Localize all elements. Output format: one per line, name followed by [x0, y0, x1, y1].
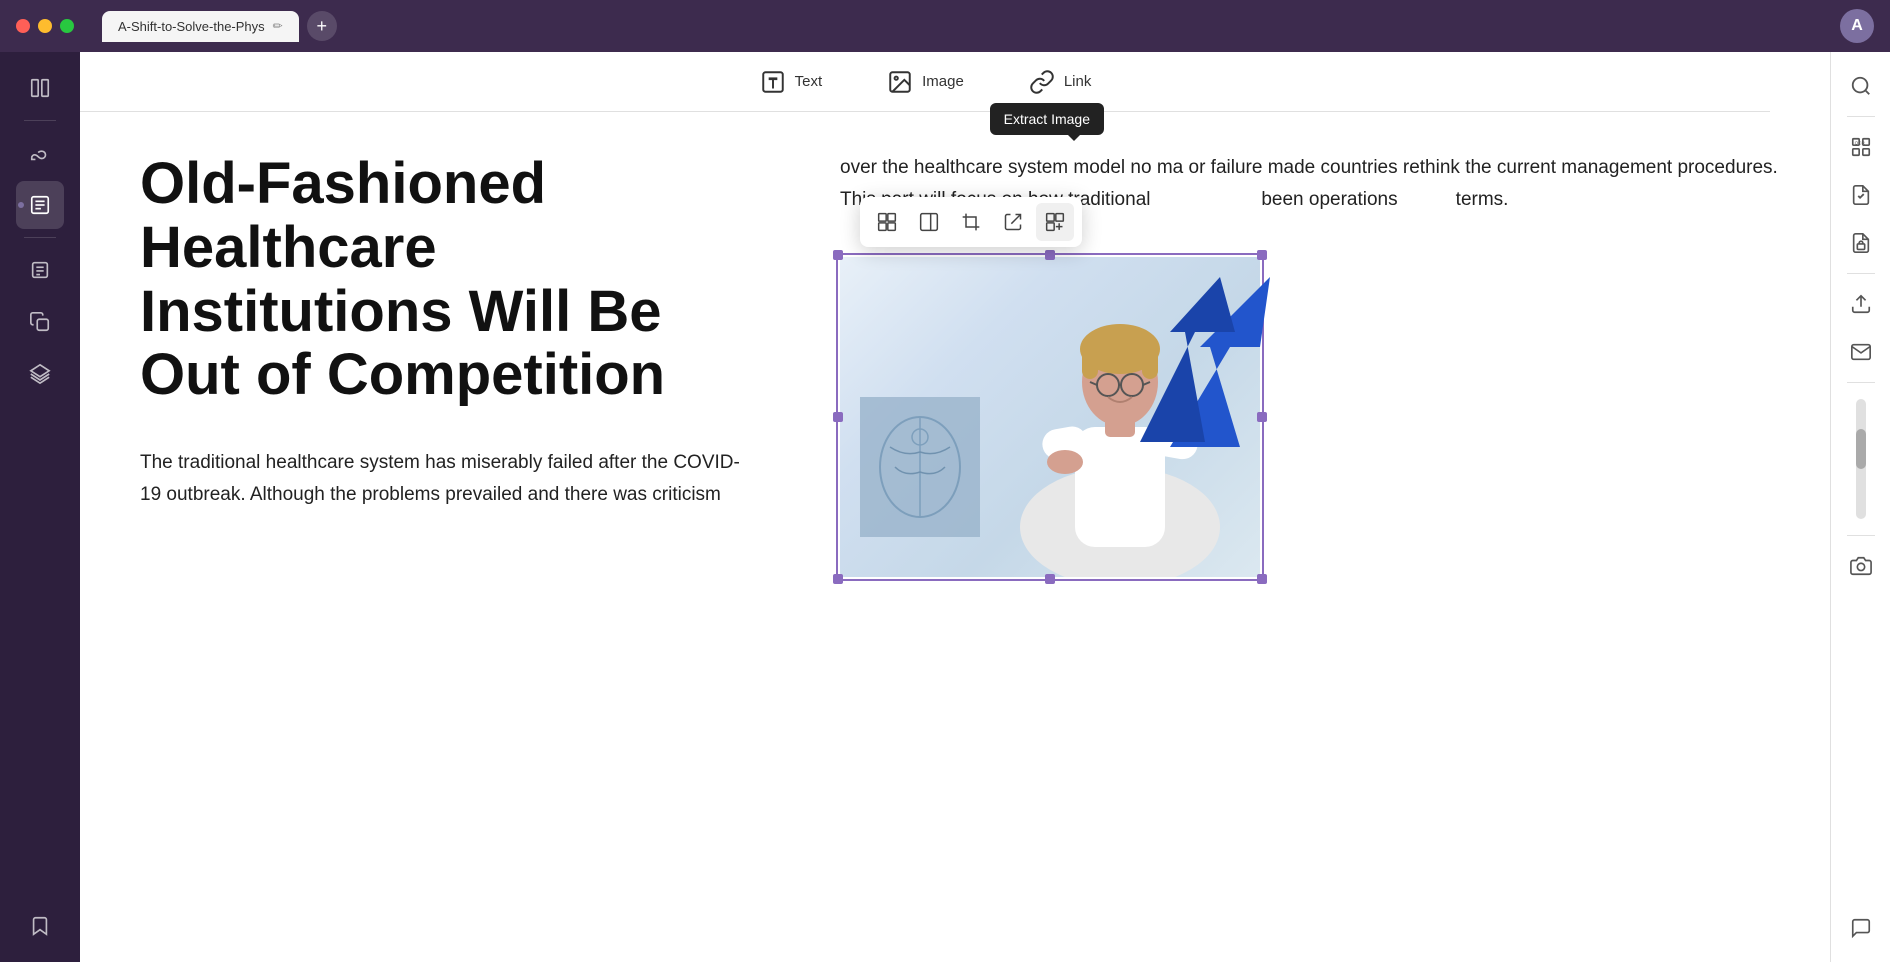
content-area: Text Image	[80, 52, 1830, 962]
image-toolbar: Extract Image	[860, 197, 1082, 247]
add-tab-button[interactable]: +	[307, 11, 337, 41]
tab-title: A-Shift-to-Solve-the-Phys	[118, 19, 265, 34]
sidebar-icon-brush[interactable]	[16, 129, 64, 177]
tab-bar: A-Shift-to-Solve-the-Phys ✏ +	[102, 11, 337, 42]
doc-right-column: over the healthcare system model no ma o…	[800, 132, 1830, 962]
minimize-button[interactable]	[38, 19, 52, 33]
right-divider-2	[1847, 273, 1875, 274]
svg-text:OCR: OCR	[1854, 140, 1865, 145]
right-divider-4	[1847, 535, 1875, 536]
search-icon-button[interactable]	[1839, 64, 1883, 108]
sidebar-icon-edit[interactable]	[16, 181, 64, 229]
doctor-image	[840, 257, 1260, 577]
right-divider-3	[1847, 382, 1875, 383]
link-tool-label: Link	[1064, 73, 1092, 90]
view-tool-button[interactable]	[910, 203, 948, 241]
crop-tool-button[interactable]	[952, 203, 990, 241]
active-indicator	[18, 202, 24, 208]
document-tab[interactable]: A-Shift-to-Solve-the-Phys ✏	[102, 11, 299, 42]
scrollbar-thumb[interactable]	[1856, 429, 1866, 469]
title-bar: A-Shift-to-Solve-the-Phys ✏ + A	[0, 0, 1890, 52]
sidebar-divider-2	[24, 237, 56, 238]
tab-edit-icon[interactable]: ✏	[273, 19, 283, 33]
close-button[interactable]	[16, 19, 30, 33]
document-content: Old-Fashioned Healthcare Institutions Wi…	[80, 52, 1830, 962]
frame-tool-button[interactable]	[868, 203, 906, 241]
document-body: The traditional healthcare system has mi…	[140, 447, 760, 512]
sidebar-icon-book[interactable]	[16, 64, 64, 112]
link-tool-icon	[1028, 68, 1056, 96]
sidebar-divider-1	[24, 120, 56, 121]
doctor-person-svg	[980, 267, 1260, 577]
text-tool-button[interactable]: Text	[747, 62, 835, 102]
file-sync-button[interactable]	[1839, 173, 1883, 217]
user-avatar[interactable]: A	[1840, 9, 1874, 43]
sidebar-icon-pages[interactable]	[16, 246, 64, 294]
document-title: Old-Fashioned Healthcare Institutions Wi…	[140, 152, 760, 407]
sidebar-icon-layers[interactable]	[16, 350, 64, 398]
traffic-lights	[16, 19, 74, 33]
link-tool-button[interactable]: Link	[1016, 62, 1104, 102]
file-lock-button[interactable]	[1839, 221, 1883, 265]
selected-image-container[interactable]: Extract Image	[840, 257, 1260, 577]
ocr-button[interactable]: OCR	[1839, 125, 1883, 169]
image-tool-label: Image	[922, 73, 964, 90]
toolbar: Text Image	[80, 52, 1770, 112]
extract-tooltip: Extract Image	[990, 103, 1104, 135]
image-tool-icon	[886, 68, 914, 96]
doc-left-column: Old-Fashioned Healthcare Institutions Wi…	[80, 132, 800, 962]
left-sidebar	[0, 52, 80, 962]
scrollbar-track[interactable]	[1856, 399, 1866, 519]
mail-button[interactable]	[1839, 330, 1883, 374]
right-sidebar: OCR	[1830, 52, 1890, 962]
upload-button[interactable]	[1839, 282, 1883, 326]
text-tool-label: Text	[795, 73, 823, 90]
right-divider-1	[1847, 116, 1875, 117]
fullscreen-button[interactable]	[60, 19, 74, 33]
chat-button[interactable]	[1839, 906, 1883, 950]
tooltip-text: Extract Image	[1004, 111, 1090, 127]
image-tool-button[interactable]: Image	[874, 62, 976, 102]
xray-panel	[860, 397, 980, 537]
extract-tool-button[interactable]: Extract Image	[1036, 203, 1074, 241]
sidebar-icon-bookmark[interactable]	[16, 902, 64, 950]
export-tool-button[interactable]	[994, 203, 1032, 241]
sidebar-icon-copy[interactable]	[16, 298, 64, 346]
camera-button[interactable]	[1839, 544, 1883, 588]
main-area: Text Image	[0, 52, 1890, 962]
sidebar-bottom	[16, 902, 64, 950]
text-tool-icon	[759, 68, 787, 96]
